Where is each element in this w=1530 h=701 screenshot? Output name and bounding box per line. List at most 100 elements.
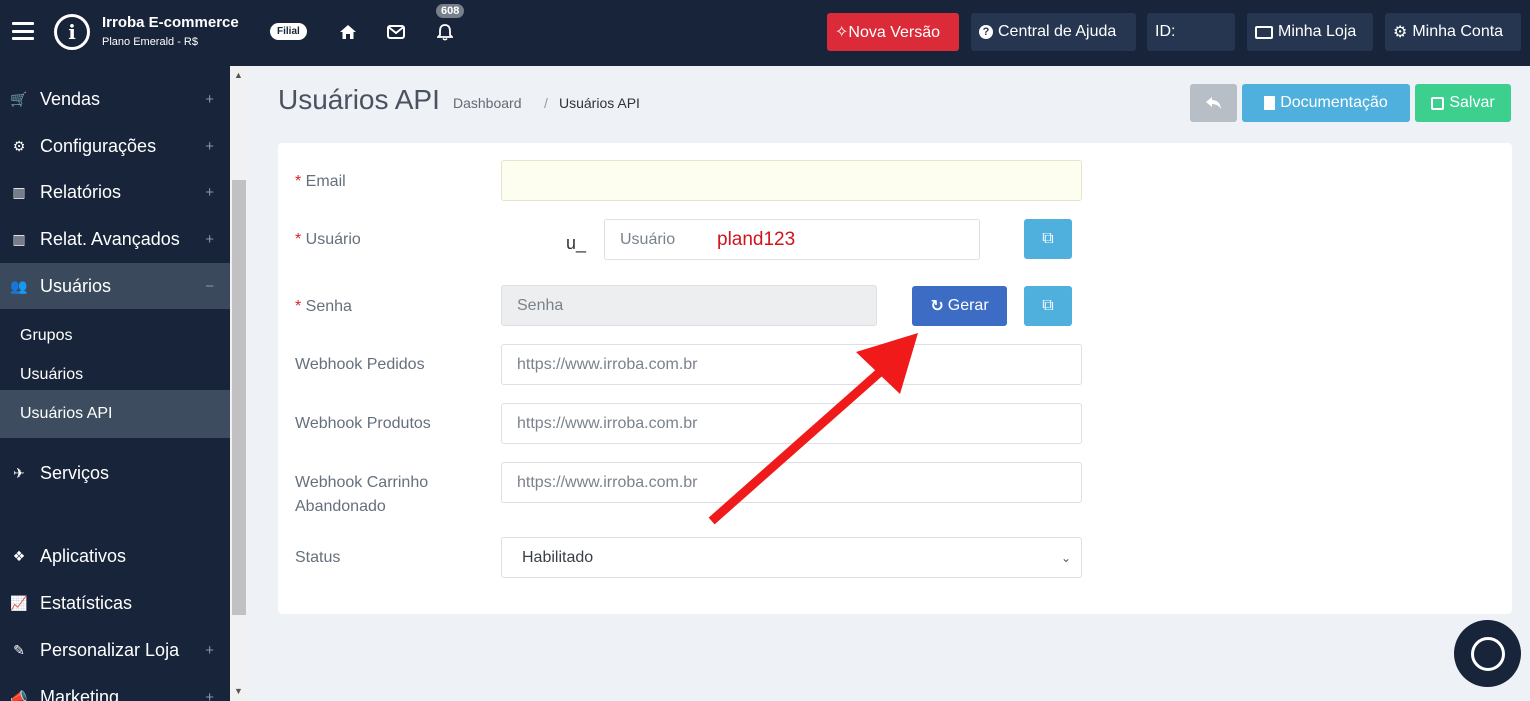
sidebar-item-label: Vendas <box>40 88 101 109</box>
breadcrumb-separator: / <box>544 95 548 111</box>
copy-icon: ⧉ <box>1042 297 1054 314</box>
back-button[interactable] <box>1190 84 1237 122</box>
mail-icon[interactable] <box>384 20 408 44</box>
generate-button[interactable]: ↻ Gerar <box>912 286 1007 326</box>
cart-icon: 🛒 <box>10 90 28 107</box>
user-placeholder: Usuário <box>620 230 676 248</box>
password-placeholder: Senha <box>517 296 564 314</box>
scroll-thumb[interactable] <box>232 180 246 615</box>
page-title: Usuários API <box>278 84 440 115</box>
sidebar-item-usuarios[interactable]: 👥 Usuários − <box>0 263 230 309</box>
bar-chart-icon: ▥ <box>12 183 26 200</box>
sidebar-item-estatisticas[interactable]: 📈 Estatísticas <box>0 580 230 626</box>
bell-icon[interactable] <box>433 20 457 44</box>
collapse-icon: − <box>205 277 214 295</box>
password-label: * Senha <box>295 298 352 315</box>
sidebar-item-label: Usuários <box>40 275 112 296</box>
sidebar-subitem-grupos[interactable]: Grupos <box>0 316 230 356</box>
notification-count: 608 <box>436 4 465 18</box>
webhook-orders-label: Webhook Pedidos <box>295 356 425 373</box>
sidebar-item-label: Aplicativos <box>40 545 127 566</box>
status-value: Habilitado <box>522 548 594 566</box>
whatsapp-icon <box>1470 636 1505 671</box>
user-prefix: u_ <box>566 233 587 253</box>
sidebar-item-label: Relat. Avançados <box>40 228 180 249</box>
generate-label: Gerar <box>947 297 989 314</box>
sidebar-item-label: Serviços <box>40 462 110 483</box>
expand-icon: + <box>205 137 214 155</box>
line-chart-icon: 📈 <box>10 594 28 611</box>
new-version-button[interactable]: ✧Nova Versão <box>827 13 959 51</box>
webhook-products-label: Webhook Produtos <box>295 415 431 432</box>
file-icon <box>1264 96 1276 110</box>
whatsapp-button[interactable] <box>1454 620 1521 687</box>
refresh-icon: ↻ <box>930 298 944 315</box>
documentation-label: Documentação <box>1280 94 1388 111</box>
email-label: * Email <box>295 173 346 190</box>
webhook-orders-placeholder: https://www.irroba.com.br <box>517 355 698 373</box>
gear-icon: ⚙ <box>1393 24 1408 41</box>
sidebar-item-vendas[interactable]: 🛒 Vendas + <box>0 76 230 122</box>
logo[interactable]: i <box>54 14 90 50</box>
filial-badge[interactable]: Filial <box>270 23 307 40</box>
rocket-icon: ✈ <box>13 464 25 481</box>
expand-icon: + <box>205 641 214 659</box>
my-store-button[interactable]: Minha Loja <box>1247 13 1373 51</box>
expand-icon: + <box>205 90 214 108</box>
expand-icon: + <box>205 183 214 201</box>
sidebar-item-label: Marketing <box>40 686 120 701</box>
webhook-products-field[interactable]: https://www.irroba.com.br <box>501 403 1082 444</box>
home-icon[interactable] <box>336 20 360 44</box>
brand-title: Irroba E-commerce <box>102 14 239 31</box>
password-field[interactable]: Senha <box>501 285 877 326</box>
user-label: * Usuário <box>295 231 361 248</box>
my-account-button[interactable]: ⚙ Minha Conta <box>1385 13 1521 51</box>
sidebar-item-aplicativos[interactable]: ❖ Aplicativos <box>0 533 230 579</box>
sidebar-item-label: Estatísticas <box>40 592 133 613</box>
status-select[interactable]: Habilitado ⌄ <box>501 537 1082 578</box>
my-account-label: Minha Conta <box>1412 23 1504 40</box>
copy-icon: ⧉ <box>1042 230 1054 247</box>
sidebar-item-label: Relatórios <box>40 181 122 202</box>
breadcrumb-dashboard[interactable]: Dashboard <box>453 95 522 111</box>
webhook-orders-field[interactable]: https://www.irroba.com.br <box>501 344 1082 385</box>
top-bar: i Irroba E-commerce Plano Emerald - R$ F… <box>0 0 1530 66</box>
help-label: Central de Ajuda <box>998 23 1117 40</box>
sidebar-item-marketing[interactable]: 📣 Marketing + <box>0 674 230 701</box>
sidebar: 🛒 Vendas + ⚙ Configurações + ▥ Relatório… <box>0 66 230 701</box>
save-button[interactable]: Salvar <box>1415 84 1511 122</box>
copy-password-button[interactable]: ⧉ <box>1024 286 1072 326</box>
help-button[interactable]: ? Central de Ajuda <box>971 13 1136 51</box>
user-annotation: pland123 <box>717 229 796 250</box>
sidebar-item-personalizar-loja[interactable]: ✎ Personalizar Loja + <box>0 627 230 673</box>
bar-chart-icon: ▥ <box>12 230 26 247</box>
sidebar-item-relat-avancados[interactable]: ▥ Relat. Avançados + <box>0 216 230 262</box>
monitor-icon <box>1255 25 1273 39</box>
store-id: ID: <box>1147 13 1235 51</box>
sidebar-item-configuracoes[interactable]: ⚙ Configurações + <box>0 123 230 169</box>
gears-icon: ⚙ <box>12 137 26 154</box>
reply-icon <box>1205 97 1221 109</box>
sidebar-subitem-usuarios-api[interactable]: Usuários API <box>0 390 230 438</box>
webhook-cart-field[interactable]: https://www.irroba.com.br <box>501 462 1082 503</box>
chevron-down-icon: ⌄ <box>1060 550 1071 565</box>
cubes-icon: ❖ <box>12 547 26 564</box>
status-label: Status <box>295 549 341 566</box>
scroll-up-icon[interactable]: ▲ <box>234 70 243 80</box>
bullhorn-icon: 📣 <box>10 688 28 701</box>
scroll-down-icon[interactable]: ▼ <box>234 686 243 696</box>
webhook-cart-label: Webhook Carrinho Abandonado <box>295 474 429 515</box>
sidebar-item-servicos[interactable]: ✈ Serviços <box>0 450 230 496</box>
expand-icon: + <box>205 688 214 701</box>
sidebar-subitem-usuarios[interactable]: Usuários <box>0 355 230 395</box>
sidebar-item-relatorios[interactable]: ▥ Relatórios + <box>0 169 230 215</box>
webhook-cart-placeholder: https://www.irroba.com.br <box>517 473 698 491</box>
documentation-button[interactable]: Documentação <box>1242 84 1410 122</box>
sidebar-item-label: Personalizar Loja <box>40 639 180 660</box>
copy-user-button[interactable]: ⧉ <box>1024 219 1072 259</box>
menu-icon[interactable] <box>12 22 34 40</box>
save-label: Salvar <box>1449 94 1495 111</box>
my-store-label: Minha Loja <box>1278 23 1357 40</box>
email-field[interactable] <box>501 160 1082 201</box>
webhook-products-placeholder: https://www.irroba.com.br <box>517 414 698 432</box>
